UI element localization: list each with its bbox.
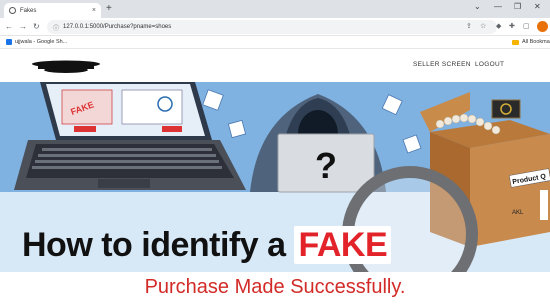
share-icon[interactable]: ⇪ <box>466 22 472 32</box>
all-bookmarks-label: All Bookma <box>522 39 550 45</box>
browser-window: Fakes × + ⌄ — ❐ ✕ ← → ↻ ⓘ 127.0.0.1:5000… <box>0 0 550 306</box>
bookmark-star-icon[interactable]: ☆ <box>480 22 486 32</box>
logout-link[interactable]: LOGOUT <box>475 61 504 68</box>
headline-fake: FAKE <box>294 226 392 264</box>
site-navbar: SELLER SCREEN LOGOUT <box>0 49 550 82</box>
question-mark: ? <box>315 145 337 186</box>
forward-icon[interactable]: → <box>19 21 27 33</box>
profile-avatar[interactable] <box>537 21 548 32</box>
close-tab-icon[interactable]: × <box>92 7 96 14</box>
extension-fox-icon[interactable]: ◆ <box>496 22 501 32</box>
site-info-icon[interactable]: ⓘ <box>53 23 59 32</box>
minimize-button[interactable]: — <box>494 2 502 11</box>
maximize-button[interactable]: ❐ <box>514 2 521 11</box>
address-bar[interactable]: ⓘ 127.0.0.1:5000/Purchase?pname=shoes <box>47 20 497 34</box>
folder-icon <box>512 39 519 45</box>
all-bookmarks[interactable]: All Bookma <box>512 39 550 45</box>
reload-icon[interactable]: ↻ <box>33 21 40 33</box>
back-icon[interactable]: ← <box>5 21 13 33</box>
tab-strip: Fakes × + ⌄ — ❐ ✕ <box>0 0 550 18</box>
sheets-icon <box>6 39 12 45</box>
seller-screen-link[interactable]: SELLER SCREEN <box>413 61 471 68</box>
extensions-puzzle-icon[interactable]: ✚ <box>509 22 515 32</box>
box-code: AKL <box>512 210 524 216</box>
hero-headline: How to identify a FAKE <box>22 226 392 265</box>
url-text: 127.0.0.1:5000/Purchase?pname=shoes <box>63 24 172 30</box>
globe-icon <box>9 7 16 14</box>
site-logo[interactable] <box>30 59 102 74</box>
bookmark-label: ujjwala - Google Sh... <box>15 39 68 45</box>
tab-fakes[interactable]: Fakes × <box>4 3 101 18</box>
headline-prefix: How to identify a <box>22 226 295 264</box>
bookmark-google-sheets[interactable]: ujjwala - Google Sh... <box>6 39 67 45</box>
tab-title: Fakes <box>20 7 37 14</box>
hero-banner: FAKE ? Product Q AKL How to identify a F… <box>0 82 550 272</box>
new-tab-button[interactable]: + <box>106 3 112 15</box>
bookmarks-bar: ujjwala - Google Sh... All Bookma <box>0 36 550 49</box>
tab-search-icon[interactable]: ⌄ <box>474 2 481 11</box>
purchase-success-message: Purchase Made Successfully. <box>0 272 550 306</box>
close-window-button[interactable]: ✕ <box>534 2 541 11</box>
side-panel-icon[interactable]: ▢ <box>523 22 530 32</box>
browser-toolbar: ← → ↻ ⓘ 127.0.0.1:5000/Purchase?pname=sh… <box>0 18 550 36</box>
